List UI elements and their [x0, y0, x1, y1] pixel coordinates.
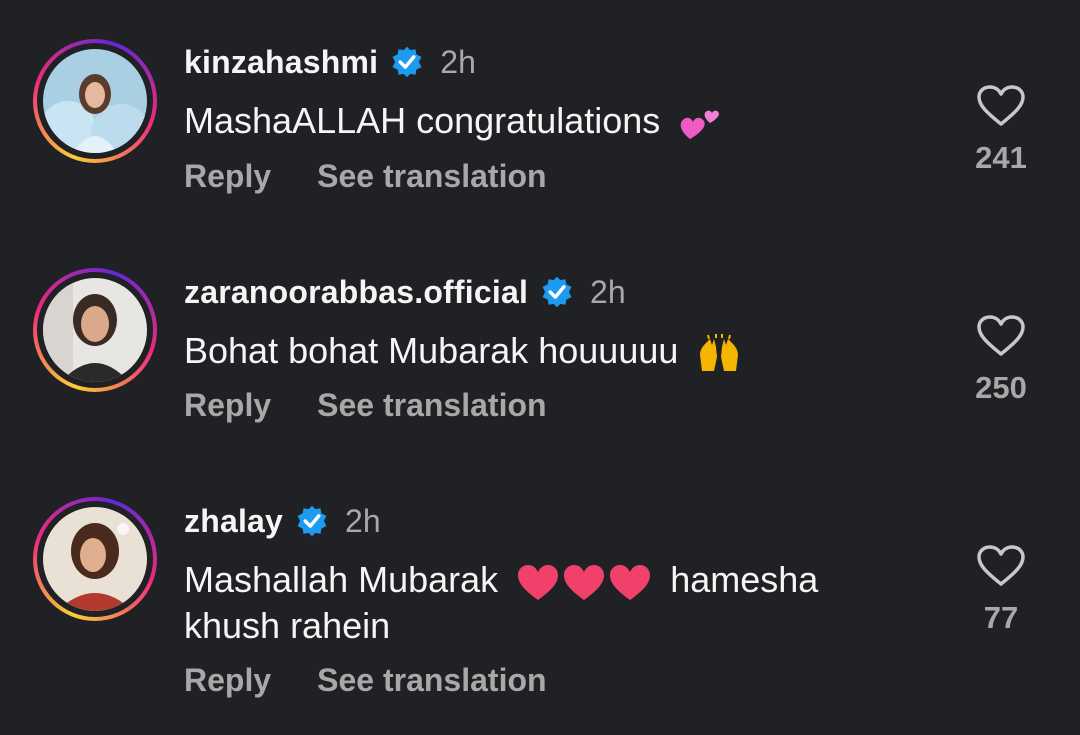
- comment-time: 2h: [590, 273, 626, 310]
- like-group: 77: [960, 544, 1042, 636]
- reply-button[interactable]: Reply: [184, 158, 271, 195]
- like-group: 250: [960, 314, 1042, 406]
- username[interactable]: kinzahashmi: [184, 44, 378, 81]
- see-translation-button[interactable]: See translation: [317, 662, 546, 699]
- red-hearts-emoji: [518, 565, 651, 601]
- heart-outline-icon[interactable]: [976, 314, 1026, 358]
- avatar-gap: [37, 272, 153, 388]
- comment-text-before: Mashallah Mubarak: [184, 559, 499, 600]
- verified-badge-icon: [297, 505, 327, 537]
- username-row: kinzahashmi 2h: [184, 40, 476, 84]
- username-row: zhalay 2h: [184, 499, 381, 543]
- comment-actions: Reply See translation: [184, 662, 593, 699]
- like-group: 241: [960, 84, 1042, 176]
- verified-badge-icon: [392, 46, 422, 78]
- see-translation-button[interactable]: See translation: [317, 387, 546, 424]
- comment-actions: Reply See translation: [184, 158, 593, 195]
- raising-hands-emoji: [700, 334, 739, 372]
- two-hearts-emoji: [680, 111, 720, 140]
- comment-text-content: Bohat bohat Mubarak houuuuu: [184, 330, 679, 371]
- comment-text-line2: khush rahein: [184, 605, 391, 646]
- comment-actions: Reply See translation: [184, 387, 593, 424]
- comment-text: Bohat bohat Mubarak houuuuu: [184, 328, 904, 374]
- heart-outline-icon[interactable]: [976, 84, 1026, 128]
- see-translation-button[interactable]: See translation: [317, 158, 546, 195]
- comment-text-content: MashaALLAH congratulations: [184, 100, 661, 141]
- comment-time: 2h: [440, 43, 476, 80]
- reply-button[interactable]: Reply: [184, 387, 271, 424]
- avatar-story-ring[interactable]: [33, 268, 157, 392]
- avatar-gap: [37, 501, 153, 617]
- reply-button[interactable]: Reply: [184, 662, 271, 699]
- username[interactable]: zhalay: [184, 503, 283, 540]
- verified-badge-icon: [542, 276, 572, 308]
- username-row: zaranoorabbas.official 2h: [184, 270, 626, 314]
- avatar: [43, 278, 147, 382]
- avatar: [43, 507, 147, 611]
- comment-time: 2h: [345, 502, 381, 539]
- heart-outline-icon[interactable]: [976, 544, 1026, 588]
- like-count: 77: [983, 600, 1019, 635]
- like-count: 241: [975, 140, 1027, 175]
- avatar-story-ring[interactable]: [33, 39, 157, 163]
- avatar-story-ring[interactable]: [33, 497, 157, 621]
- comment-text-after: hamesha: [670, 559, 819, 600]
- comment-text: Mashallah Mubarak hamesha khush rahein: [184, 557, 904, 649]
- comment-text: MashaALLAH congratulations: [184, 98, 904, 144]
- like-count: 250: [975, 370, 1027, 405]
- avatar: [43, 49, 147, 153]
- avatar-gap: [37, 43, 153, 159]
- username[interactable]: zaranoorabbas.official: [184, 274, 528, 311]
